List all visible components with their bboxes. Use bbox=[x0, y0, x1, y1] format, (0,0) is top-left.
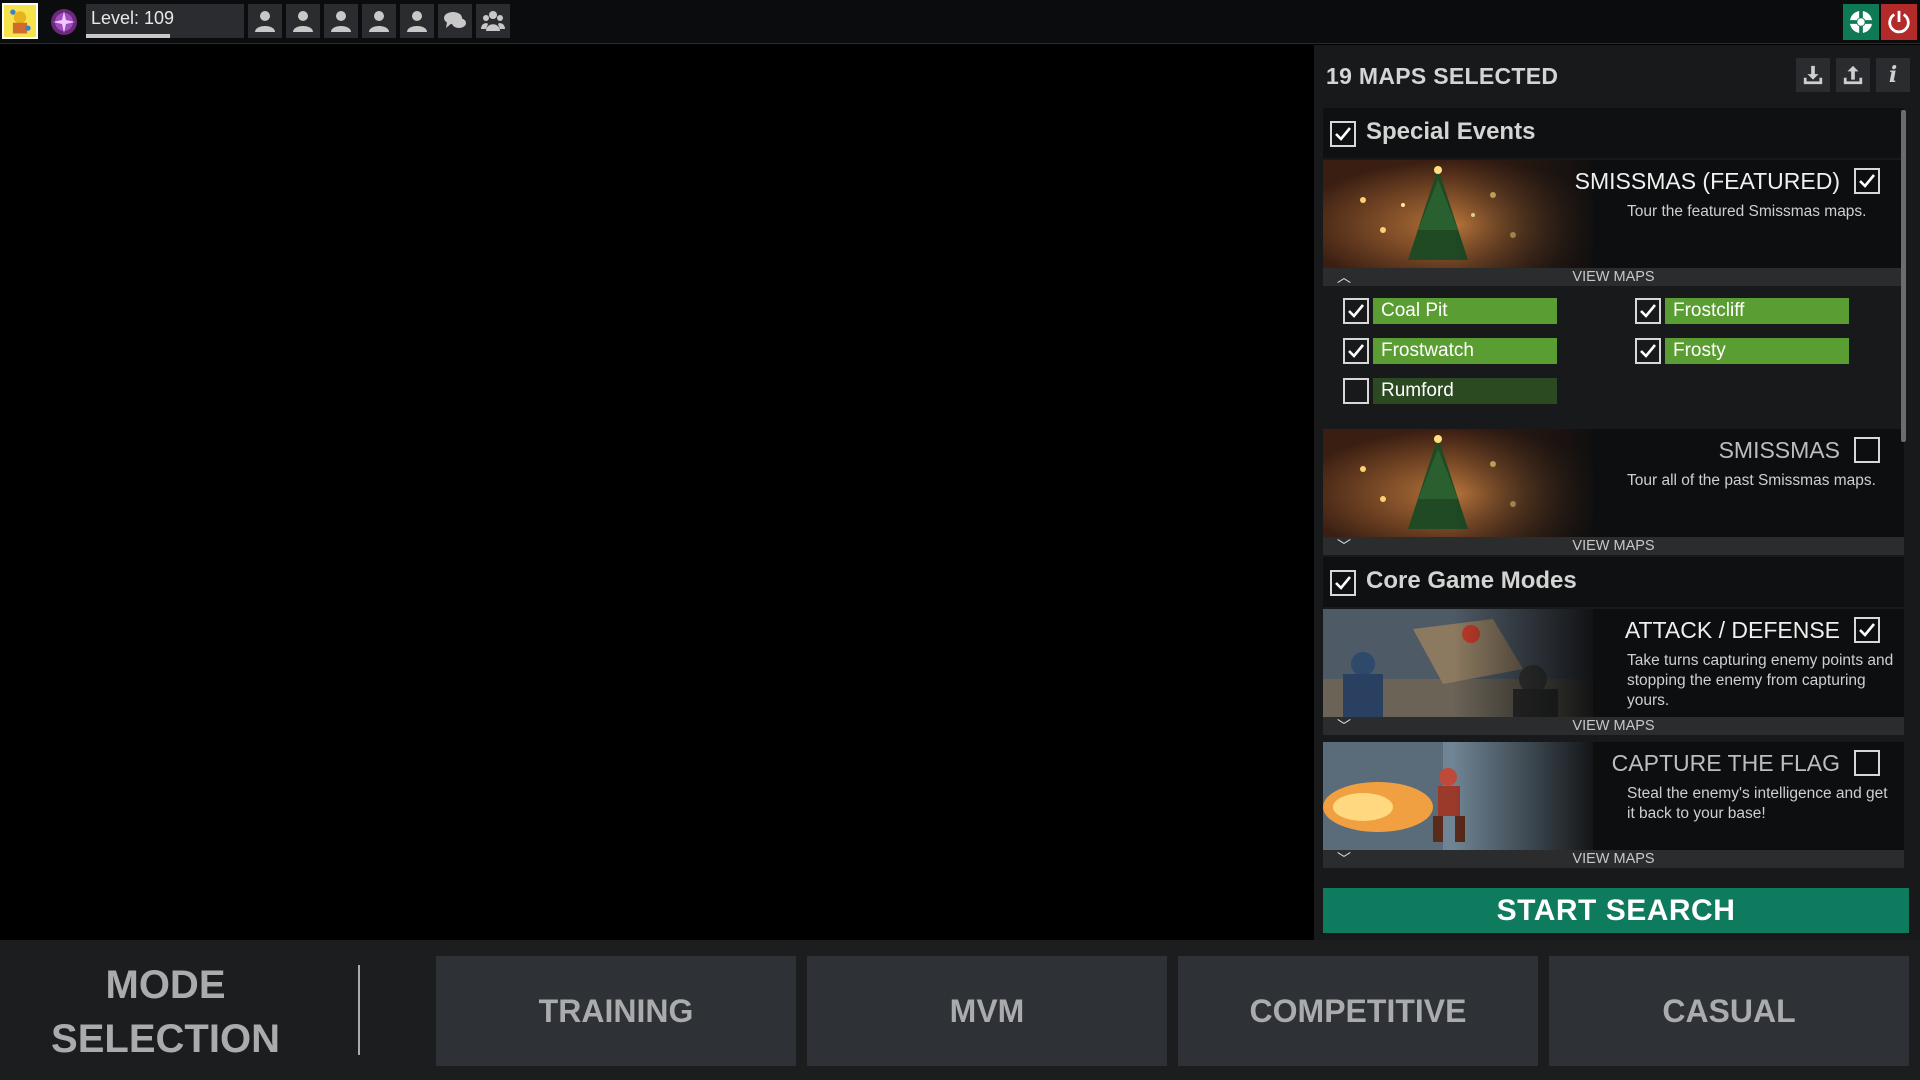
social-icons bbox=[248, 4, 510, 38]
mode-card-smissmas-featured[interactable]: SMISSMAS (FEATURED) Tour the featured Sm… bbox=[1323, 160, 1904, 286]
rank-badge-icon[interactable] bbox=[47, 5, 81, 39]
group-label: Special Events bbox=[1366, 118, 1536, 145]
maps-selected-title: 19 MAPS SELECTED bbox=[1326, 63, 1559, 89]
panel-actions: i bbox=[1796, 58, 1910, 92]
card-checkbox[interactable] bbox=[1854, 750, 1880, 776]
featured-maps-list: Coal Pit Frostcliff Frostwatch Frosty Ru… bbox=[1323, 286, 1904, 410]
map-name: Frosty bbox=[1665, 338, 1849, 364]
map-item-frostcliff[interactable]: Frostcliff bbox=[1635, 298, 1849, 324]
group-core-game-modes[interactable]: Core Game Modes bbox=[1323, 557, 1904, 607]
map-checkbox[interactable] bbox=[1635, 338, 1661, 364]
card-checkbox[interactable] bbox=[1854, 437, 1880, 463]
map-name: Frostwatch bbox=[1373, 338, 1557, 364]
top-bar: Level: 109 bbox=[0, 0, 1920, 44]
card-checkbox[interactable] bbox=[1854, 617, 1880, 643]
map-item-coal-pit[interactable]: Coal Pit bbox=[1343, 298, 1557, 324]
map-name: Frostcliff bbox=[1665, 298, 1849, 324]
card-description: Tour the featured Smissmas maps. bbox=[1627, 203, 1867, 220]
checkmark-icon bbox=[1335, 576, 1352, 590]
group-special-events-checkbox[interactable] bbox=[1330, 121, 1356, 147]
friend-slot-2-icon[interactable] bbox=[286, 4, 320, 38]
group-label: Core Game Modes bbox=[1366, 567, 1577, 594]
quit-button[interactable] bbox=[1881, 4, 1917, 40]
card-fade bbox=[1453, 742, 1603, 850]
info-icon[interactable]: i bbox=[1876, 58, 1910, 92]
scrollbar[interactable] bbox=[1901, 110, 1906, 442]
view-maps-bar[interactable]: ︿ VIEW MAPS bbox=[1323, 268, 1904, 286]
level-progress-bar bbox=[86, 34, 170, 38]
avatar-image bbox=[4, 5, 36, 37]
level-display[interactable]: Level: 109 bbox=[86, 4, 244, 38]
mode-selection-line2: SELECTION bbox=[51, 1017, 280, 1061]
view-maps-bar[interactable]: ﹀ VIEW MAPS bbox=[1323, 717, 1904, 735]
map-list-scroll[interactable]: Special Events SMISSMAS (FEATURED) Tour … bbox=[1323, 108, 1911, 874]
map-checkbox[interactable] bbox=[1343, 378, 1369, 404]
friend-slot-3-icon[interactable] bbox=[324, 4, 358, 38]
friend-slot-4-icon[interactable] bbox=[362, 4, 396, 38]
view-maps-bar[interactable]: ﹀ VIEW MAPS bbox=[1323, 537, 1904, 555]
map-item-rumford[interactable]: Rumford bbox=[1343, 378, 1557, 404]
card-description: Tour all of the past Smissmas maps. bbox=[1627, 472, 1876, 489]
start-search-button[interactable]: START SEARCH bbox=[1323, 888, 1909, 933]
level-label: Level: 109 bbox=[91, 8, 175, 28]
view-maps-bar[interactable]: ﹀ VIEW MAPS bbox=[1323, 850, 1904, 868]
help-button[interactable] bbox=[1843, 4, 1879, 40]
checkmark-icon bbox=[1348, 304, 1365, 318]
card-description: Take turns capturing enemy points and st… bbox=[1627, 652, 1894, 709]
checkmark-icon bbox=[1640, 304, 1657, 318]
card-checkbox[interactable] bbox=[1854, 168, 1880, 194]
map-selection-panel: 19 MAPS SELECTED i Special Events SMISSM… bbox=[1314, 45, 1920, 940]
chat-icon[interactable] bbox=[438, 4, 472, 38]
upload-icon[interactable] bbox=[1836, 58, 1870, 92]
card-fade bbox=[1453, 609, 1603, 717]
tab-casual[interactable]: CASUAL bbox=[1549, 956, 1909, 1066]
group-special-events[interactable]: Special Events bbox=[1323, 108, 1904, 158]
group-core-game-modes-checkbox[interactable] bbox=[1330, 570, 1356, 596]
mode-card-smissmas[interactable]: SMISSMAS Tour all of the past Smissmas m… bbox=[1323, 429, 1904, 555]
card-fade bbox=[1453, 429, 1603, 537]
map-name: Rumford bbox=[1373, 378, 1557, 404]
tab-competitive[interactable]: COMPETITIVE bbox=[1178, 956, 1538, 1066]
card-title: SMISSMAS bbox=[1718, 437, 1840, 463]
view-maps-label: VIEW MAPS bbox=[1572, 851, 1655, 867]
card-title: CAPTURE THE FLAG bbox=[1611, 750, 1840, 776]
view-maps-label: VIEW MAPS bbox=[1572, 269, 1655, 285]
map-name: Coal Pit bbox=[1373, 298, 1557, 324]
map-checkbox[interactable] bbox=[1343, 298, 1369, 324]
tab-mvm[interactable]: MVM bbox=[807, 956, 1167, 1066]
map-checkbox[interactable] bbox=[1343, 338, 1369, 364]
tab-training[interactable]: TRAINING bbox=[436, 956, 796, 1066]
mode-card-capture-the-flag[interactable]: CAPTURE THE FLAG Steal the enemy's intel… bbox=[1323, 742, 1904, 868]
player-avatar[interactable] bbox=[2, 3, 38, 39]
power-icon bbox=[1888, 10, 1910, 34]
bottom-bar: MODE SELECTION TRAINING MVM COMPETITIVE … bbox=[0, 940, 1920, 1080]
map-item-frostwatch[interactable]: Frostwatch bbox=[1343, 338, 1557, 364]
lifebuoy-icon bbox=[1848, 9, 1874, 35]
view-maps-label: VIEW MAPS bbox=[1572, 538, 1655, 554]
party-icon[interactable] bbox=[476, 4, 510, 38]
card-description: Steal the enemy's intelligence and get i… bbox=[1627, 785, 1888, 822]
checkmark-icon bbox=[1335, 127, 1352, 141]
download-icon[interactable] bbox=[1796, 58, 1830, 92]
checkmark-icon bbox=[1859, 623, 1876, 637]
mode-selection-line1: MODE bbox=[105, 963, 226, 1007]
card-title: ATTACK / DEFENSE bbox=[1624, 617, 1840, 643]
checkmark-icon bbox=[1640, 344, 1657, 358]
card-title: SMISSMAS (FEATURED) bbox=[1574, 168, 1840, 194]
info-glyph: i bbox=[1888, 62, 1898, 88]
view-maps-label: VIEW MAPS bbox=[1572, 718, 1655, 734]
friend-slot-5-icon[interactable] bbox=[400, 4, 434, 38]
map-item-frosty[interactable]: Frosty bbox=[1635, 338, 1849, 364]
friend-slot-1-icon[interactable] bbox=[248, 4, 282, 38]
mode-card-attack-defense[interactable]: ATTACK / DEFENSE Take turns capturing en… bbox=[1323, 609, 1904, 735]
map-checkbox[interactable] bbox=[1635, 298, 1661, 324]
mode-selection-heading: MODE SELECTION bbox=[28, 958, 303, 1066]
divider bbox=[358, 965, 360, 1055]
checkmark-icon bbox=[1859, 174, 1876, 188]
checkmark-icon bbox=[1348, 344, 1365, 358]
